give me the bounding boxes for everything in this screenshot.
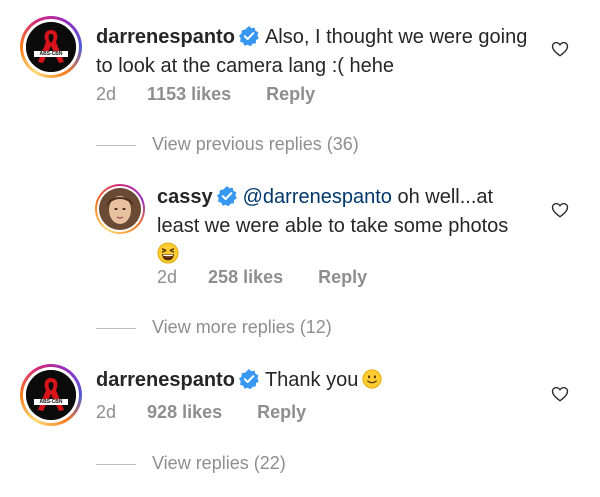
avatar-cassy[interactable] [95, 184, 145, 234]
verified-badge-icon [216, 186, 237, 206]
username-link[interactable]: cassy [157, 186, 213, 208]
avatar-logo-text: ABS-CBN [39, 399, 63, 405]
username-link[interactable]: darrenespanto [96, 26, 235, 48]
red-ribbon-logo-icon [26, 370, 76, 420]
grinning-squinting-face-icon [157, 242, 179, 264]
reply-body-line1: oh well...at [391, 186, 494, 208]
avatar-logo-text: ABS-CBN [39, 51, 63, 57]
heart-icon[interactable] [551, 40, 569, 58]
reply-text: cassy @darrenespanto oh well...at least w… [157, 183, 547, 270]
reply-button[interactable]: Reply [318, 267, 367, 288]
view-more-replies-button[interactable]: View more replies (12) [96, 317, 332, 338]
mention-link[interactable]: @darrenespanto [243, 186, 392, 208]
avatar-ring-gap [97, 186, 143, 232]
view-more-replies-label: View more replies (12) [152, 317, 332, 337]
avatar-ring-gap: ABS-CBN [23, 19, 79, 75]
likes-count[interactable]: 258 likes [208, 267, 283, 288]
reply-time: 2d [157, 267, 178, 287]
username-link[interactable]: darrenespanto [96, 369, 235, 391]
divider-line [96, 463, 136, 465]
heart-icon[interactable] [551, 201, 569, 219]
verified-badge-icon [238, 26, 259, 46]
avatar-image: ABS-CBN [26, 370, 76, 420]
view-previous-replies-label: View previous replies (36) [152, 134, 359, 154]
comment-body: Thank you [264, 369, 359, 391]
divider-line [96, 144, 136, 146]
avatar-image: ABS-CBN [26, 22, 76, 72]
avatar-image [99, 188, 141, 230]
profile-photo-icon [99, 188, 141, 230]
comment-text: darrenespanto Thank you [96, 366, 536, 395]
view-replies-button[interactable]: View replies (22) [96, 453, 286, 474]
reply-meta: 2d 258 likes Reply [157, 267, 367, 288]
smiling-face-icon [362, 369, 382, 389]
likes-count[interactable]: 1153 likes [147, 84, 231, 105]
heart-icon[interactable] [551, 385, 569, 403]
view-previous-replies-button[interactable]: View previous replies (36) [96, 134, 359, 155]
comment-text: darrenespanto Also, I thought we were goi… [96, 23, 536, 81]
avatar-darrenespanto[interactable]: ABS-CBN [20, 16, 82, 78]
avatar-ring-gap: ABS-CBN [23, 367, 79, 423]
comment-time: 2d [96, 84, 117, 104]
avatar-darrenespanto[interactable]: ABS-CBN [20, 364, 82, 426]
red-ribbon-logo-icon [26, 22, 76, 72]
comment-time: 2d [96, 402, 117, 422]
reply-button[interactable]: Reply [257, 402, 306, 423]
comment-body-line2: to look at the camera lang :( hehe [96, 55, 394, 77]
view-replies-label: View replies (22) [152, 453, 286, 473]
divider-line [96, 327, 136, 329]
comment-meta: 2d 928 likes Reply [96, 402, 306, 423]
reply-button[interactable]: Reply [266, 84, 315, 105]
comment-meta: 2d 1153 likes Reply [96, 84, 315, 105]
verified-badge-icon [238, 369, 259, 389]
likes-count[interactable]: 928 likes [147, 402, 222, 423]
comment-body-line1: Also, I thought we were going [264, 26, 528, 48]
reply-body-line2: least we were able to take some photos [157, 215, 509, 237]
